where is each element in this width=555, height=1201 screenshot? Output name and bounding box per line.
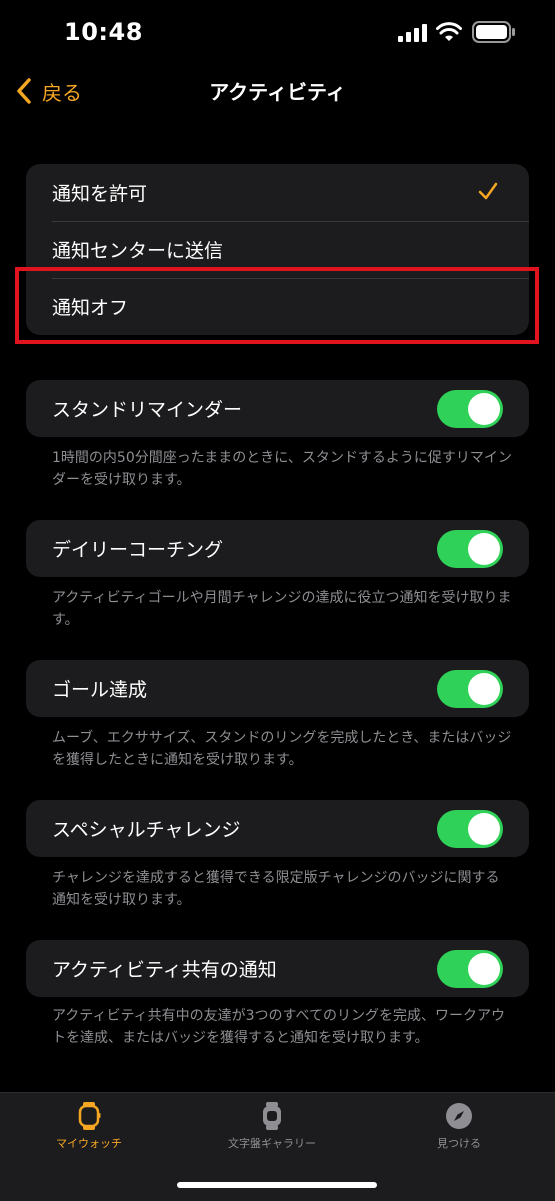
daily-coaching-note: アクティビティゴールや月間チャレンジの達成に役立つ通知を受け取ります。 [52, 590, 512, 628]
tab-label: マイウォッチ [56, 1137, 122, 1150]
toggle-label: デイリーコーチング [52, 539, 224, 561]
goal-completion-note: ムーブ、エクササイズ、スタンドのリングを完成したとき、またはバッジを獲得したとき… [52, 730, 512, 768]
activity-sharing-switch[interactable] [437, 950, 503, 988]
special-challenges-switch[interactable] [437, 810, 503, 848]
goal-completion-switch[interactable] [437, 670, 503, 708]
toggle-label: ゴール達成 [52, 679, 148, 701]
option-allow-notifications[interactable]: 通知を許可 [26, 164, 529, 221]
compass-icon [446, 1103, 472, 1129]
toggle-daily-coaching: デイリーコーチング [26, 520, 529, 577]
page-title: アクティビティ [209, 80, 346, 104]
highlight-box [15, 267, 539, 344]
daily-coaching-switch[interactable] [437, 530, 503, 568]
switch-knob [468, 813, 500, 845]
tab-discover[interactable]: 見つける [437, 1101, 481, 1151]
checkmark-icon [478, 182, 498, 200]
tab-face-gallery[interactable]: 文字盤ギャラリー [228, 1101, 316, 1151]
toggle-label: スタンドリマインダー [52, 399, 243, 421]
toggle-goal-completion: ゴール達成 [26, 660, 529, 717]
tab-my-watch[interactable]: マイウォッチ [56, 1101, 122, 1151]
activity-sharing-note: アクティビティ共有中の友達が3つのすべてのリングを完成、ワークアウトを達成、また… [52, 1008, 505, 1046]
toggle-stand-reminder: スタンドリマインダー [26, 380, 529, 437]
special-challenges-note: チャレンジを達成すると獲得できる限定版チャレンジのバッジに関する通知を受け取りま… [52, 870, 500, 908]
tab-label: 見つける [437, 1137, 481, 1150]
navigation-bar: 戻る アクティビティ [0, 62, 555, 118]
toggle-special-challenges: スペシャルチャレンジ [26, 800, 529, 857]
wifi-icon [436, 22, 462, 41]
home-indicator [177, 1182, 377, 1188]
battery-icon [472, 21, 515, 43]
stand-reminder-note: 1時間の内50分間座ったままのときに、スタンドするように促すリマインダーを受け取… [52, 450, 512, 488]
stand-reminder-switch[interactable] [437, 390, 503, 428]
switch-knob [468, 673, 500, 705]
switch-knob [468, 953, 500, 985]
cellular-signal-icon [398, 24, 427, 42]
switch-knob [468, 533, 500, 565]
tab-label: 文字盤ギャラリー [228, 1137, 316, 1150]
toggle-activity-sharing: アクティビティ共有の通知 [26, 940, 529, 997]
switch-knob [468, 393, 500, 425]
toggle-label: スペシャルチャレンジ [52, 819, 241, 841]
watch-face-icon [263, 1102, 281, 1130]
status-time: 10:48 [64, 18, 143, 46]
toggle-label: アクティビティ共有の通知 [52, 959, 277, 981]
option-label: 通知センターに送信 [52, 240, 224, 262]
watch-icon [78, 1102, 101, 1130]
status-bar: 10:48 [0, 0, 555, 62]
option-label: 通知を許可 [52, 183, 148, 205]
